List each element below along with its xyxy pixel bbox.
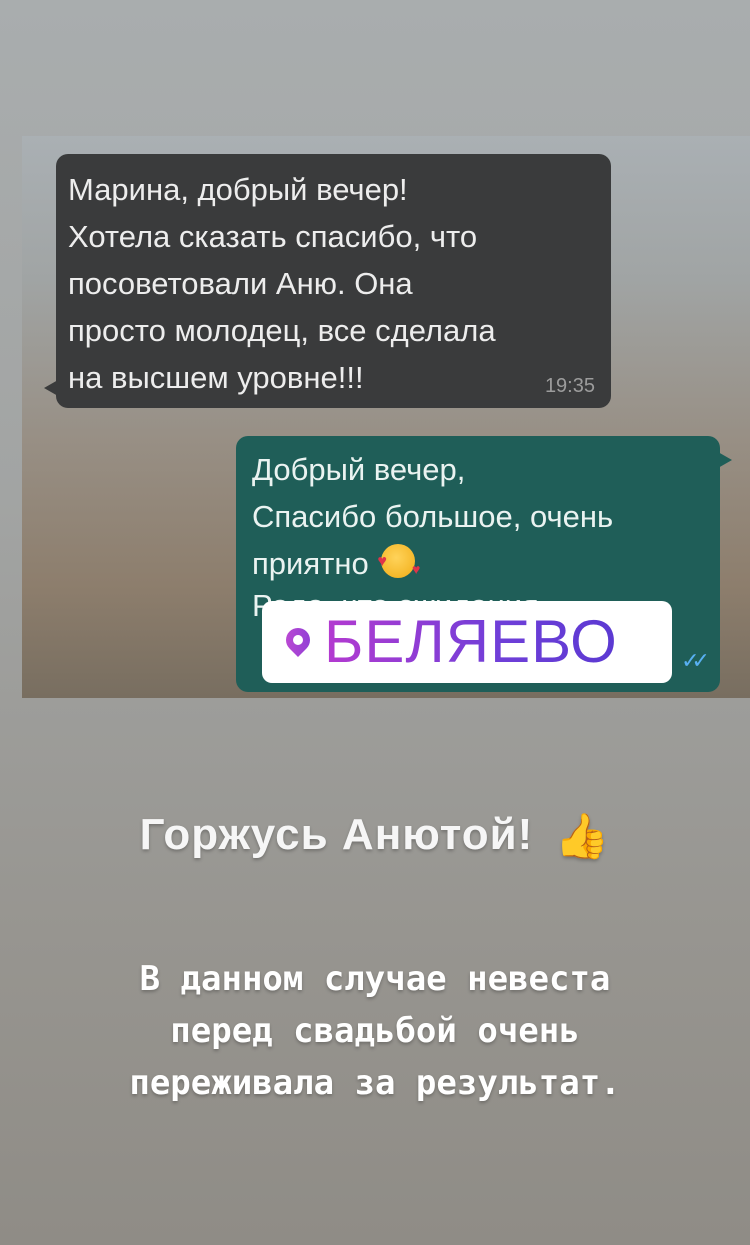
headline-caption: Горжусь Анютой! 👍 xyxy=(0,808,750,861)
message-line: просто молодец, все сделала xyxy=(68,313,496,348)
location-pin-icon xyxy=(281,623,315,657)
message-text: приятно xyxy=(252,546,369,581)
message-line: посоветовали Аню. Она xyxy=(68,266,413,301)
caption-line: перед свадьбой очень xyxy=(170,1011,580,1051)
message-line: на высшем уровне!!! xyxy=(68,360,364,395)
incoming-message-bubble: Марина, добрый вечер! Хотела сказать спа… xyxy=(44,154,611,408)
smiling-face-with-hearts-icon xyxy=(377,538,420,593)
message-line: Спасибо большое, очень xyxy=(252,499,614,534)
caption-line: переживала за результат. xyxy=(129,1063,621,1103)
thumbs-up-icon: 👍 xyxy=(554,812,611,861)
message-line: Марина, добрый вечер! xyxy=(68,172,408,207)
message-time: 19:35 xyxy=(544,375,595,397)
location-sticker[interactable]: БЕЛЯЕВО xyxy=(262,601,672,683)
message-line: Хотела сказать спасибо, что xyxy=(68,219,478,254)
body-caption: В данном случае невеста перед свадьбой о… xyxy=(0,953,750,1109)
location-label: БЕЛЯЕВО xyxy=(324,608,618,675)
read-ticks-icon: ✓✓ xyxy=(681,648,710,673)
caption-line: В данном случае невеста xyxy=(139,959,611,999)
message-line: Добрый вечер, xyxy=(252,452,466,487)
headline-text: Горжусь Анютой! xyxy=(139,810,534,859)
message-line: приятно xyxy=(252,538,706,593)
